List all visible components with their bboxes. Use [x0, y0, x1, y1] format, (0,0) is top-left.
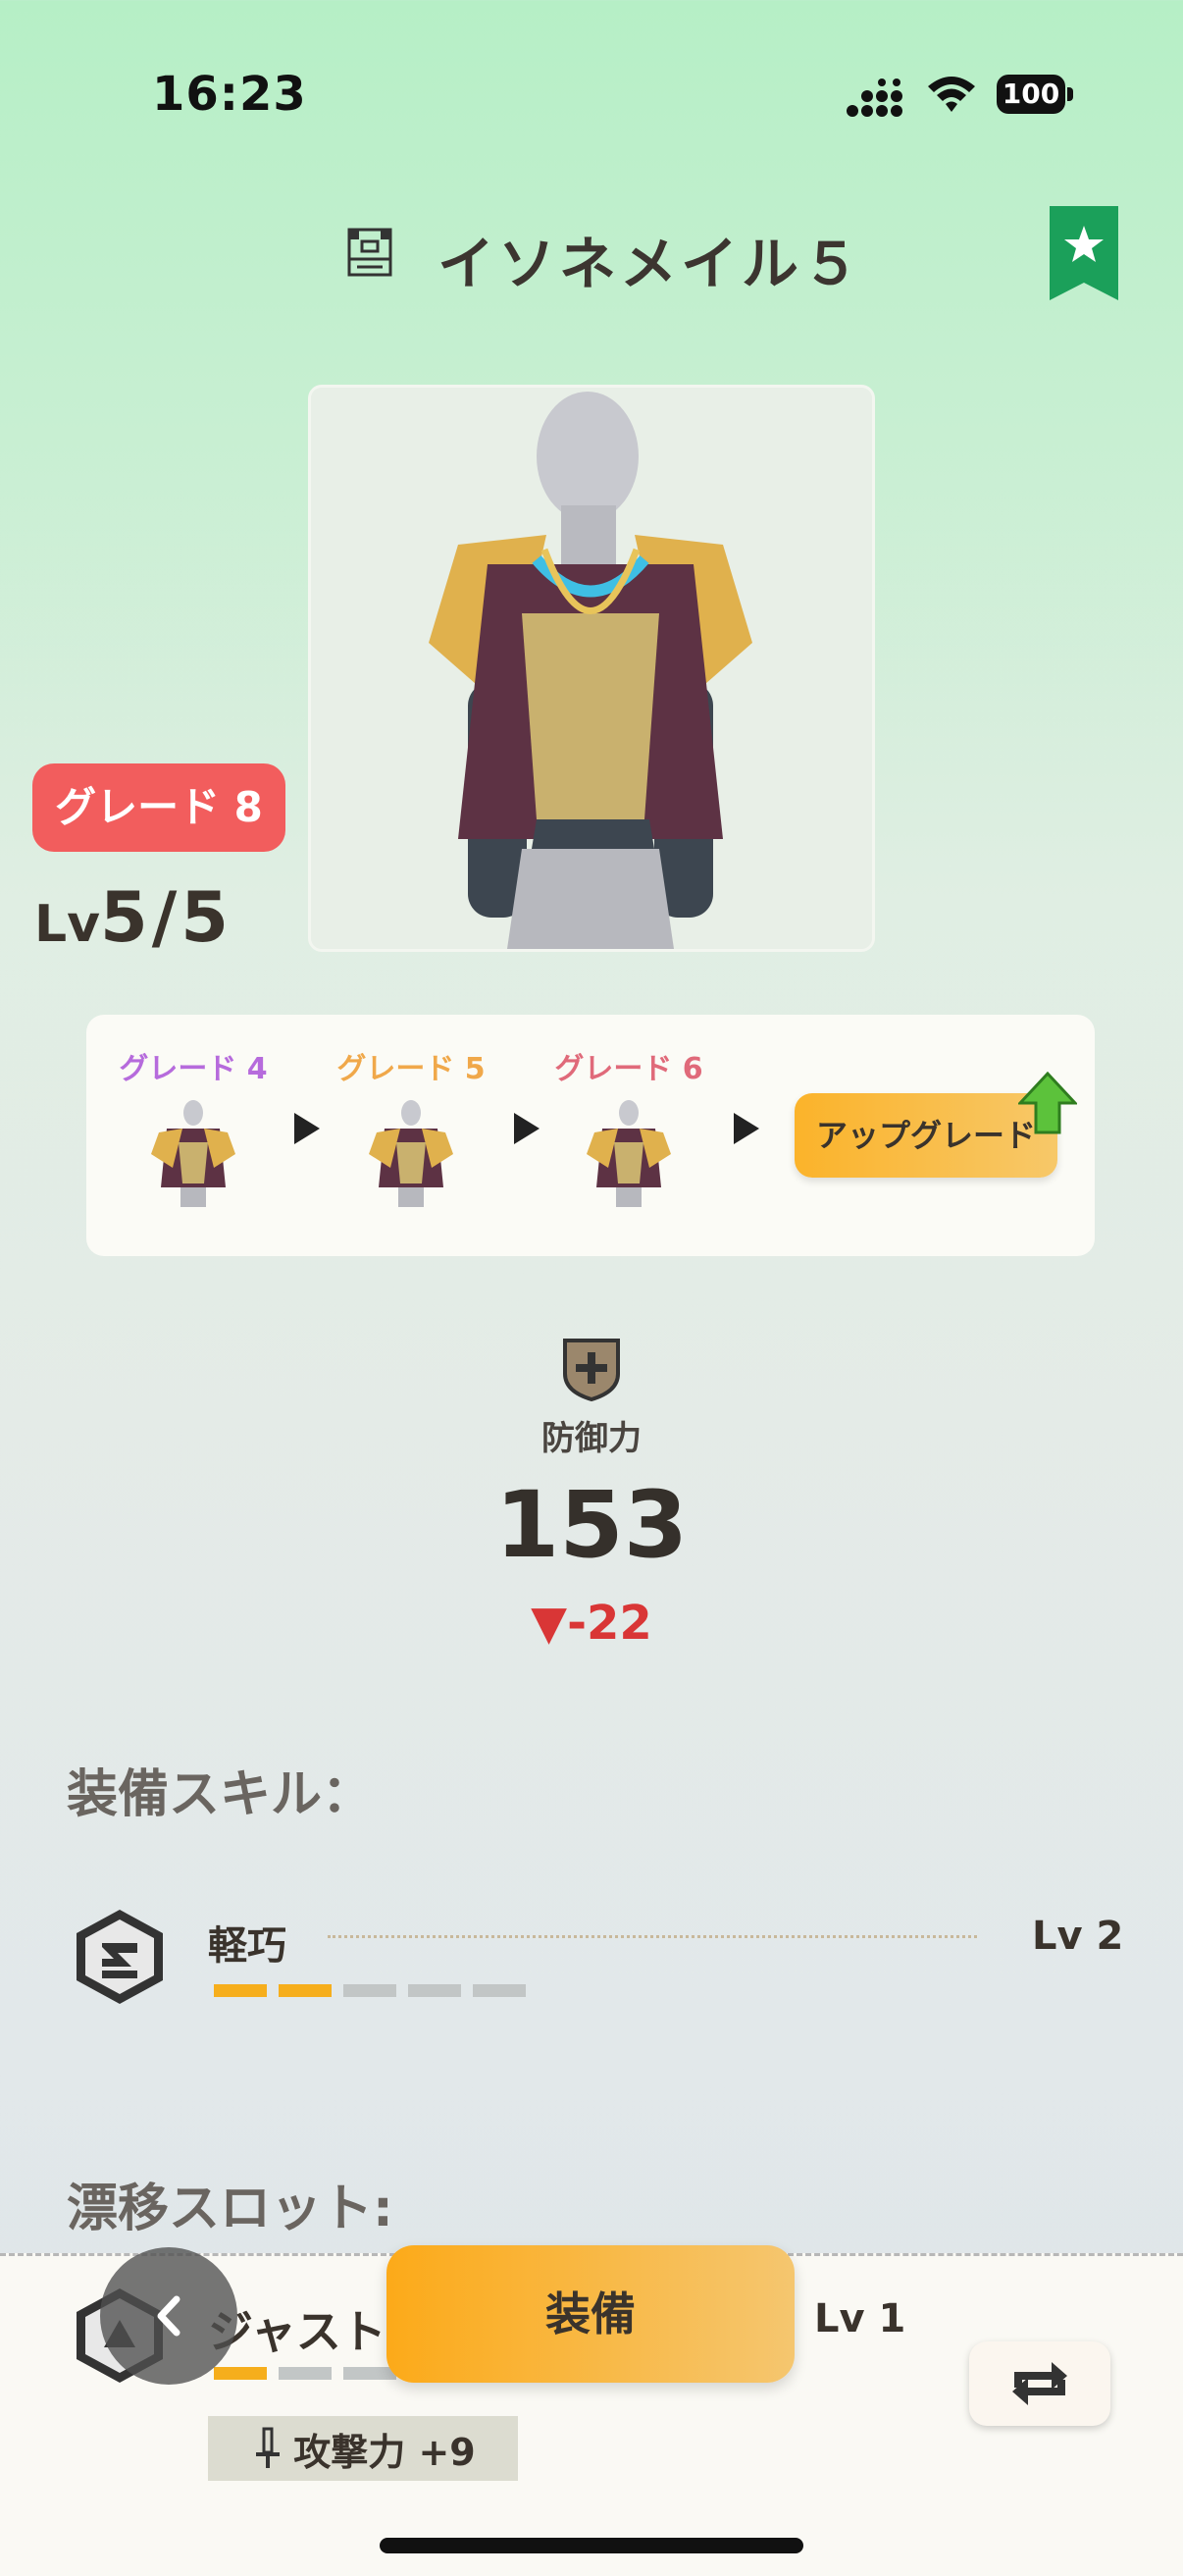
grade-step-1[interactable]: グレード 4 [100, 1044, 286, 1207]
cellular-signal-icon [847, 79, 902, 117]
level-pip [343, 1984, 396, 1997]
defense-value: 153 [494, 1472, 689, 1579]
arrow-right-icon [734, 1113, 759, 1144]
status-time: 16:23 [152, 67, 307, 122]
armor-portrait [308, 385, 875, 952]
drift-slot-level: Lv 1 [814, 2296, 906, 2341]
swap-button[interactable] [969, 2341, 1110, 2426]
grade-step-label: グレード 4 [119, 1052, 268, 1086]
level-value: 5/5 [100, 877, 233, 958]
armor-thumbnail [587, 1100, 671, 1207]
page-title: イソネメイル５ [437, 231, 864, 297]
level-pip [214, 1984, 267, 1997]
level-prefix: Lv [34, 895, 101, 954]
battery-icon: 100 [997, 75, 1075, 114]
grade-badge: グレード 8 [32, 763, 285, 852]
level-pip [279, 2367, 332, 2380]
upgrade-arrow-icon [1018, 1072, 1077, 1134]
grade-step-label: グレード 5 [336, 1052, 486, 1086]
level-pip [408, 1984, 461, 1997]
grade-step-2[interactable]: グレード 5 [318, 1044, 504, 1207]
skill-hexagon-icon [77, 1910, 163, 2004]
upgrade-path-panel: グレード 4 グレード 5 グレード 6 アップグレード [86, 1015, 1095, 1256]
equipment-level: Lv5/5 [34, 877, 232, 958]
attack-bonus-chip: 攻撃力 +9 [208, 2416, 518, 2481]
armor-thumbnail [151, 1100, 235, 1207]
armor-icon [347, 228, 392, 277]
level-pip [279, 1984, 332, 1997]
armor-model-image [311, 388, 872, 949]
defense-delta: ▼-22 [531, 1596, 652, 1651]
skill-level: Lv 2 [1032, 1914, 1124, 1959]
level-pip [343, 2367, 396, 2380]
battery-level: 100 [997, 75, 1065, 114]
back-button[interactable] [100, 2247, 237, 2385]
equip-button[interactable]: 装備 [386, 2245, 795, 2383]
sword-icon [256, 2427, 281, 2468]
skill-name[interactable]: 軽巧 [208, 1914, 286, 1971]
chevron-left-icon [157, 2295, 180, 2337]
shield-icon [563, 1339, 620, 1401]
attack-bonus-text: 攻撃力 +9 [293, 2430, 476, 2474]
arrow-right-icon [294, 1113, 320, 1144]
swap-icon [1012, 2362, 1067, 2405]
skills-section-title: 装備スキル： [67, 1765, 374, 1824]
level-pip [214, 2367, 267, 2380]
star-bookmark-icon[interactable] [1050, 206, 1118, 300]
home-indicator [380, 2538, 803, 2553]
level-pip [473, 1984, 526, 1997]
grade-step-3[interactable]: グレード 6 [536, 1044, 722, 1207]
skill-leader-line [328, 1935, 977, 1938]
drift-slot-name[interactable]: ジャスト: [208, 2296, 404, 2361]
grade-step-label: グレード 6 [554, 1052, 703, 1086]
armor-thumbnail [369, 1100, 453, 1207]
skill-level-pips [214, 1984, 526, 1997]
drift-slot-section-title: 漂移スロット: [67, 2180, 393, 2238]
wifi-icon [928, 77, 975, 112]
defense-label: 防御力 [541, 1419, 642, 1458]
